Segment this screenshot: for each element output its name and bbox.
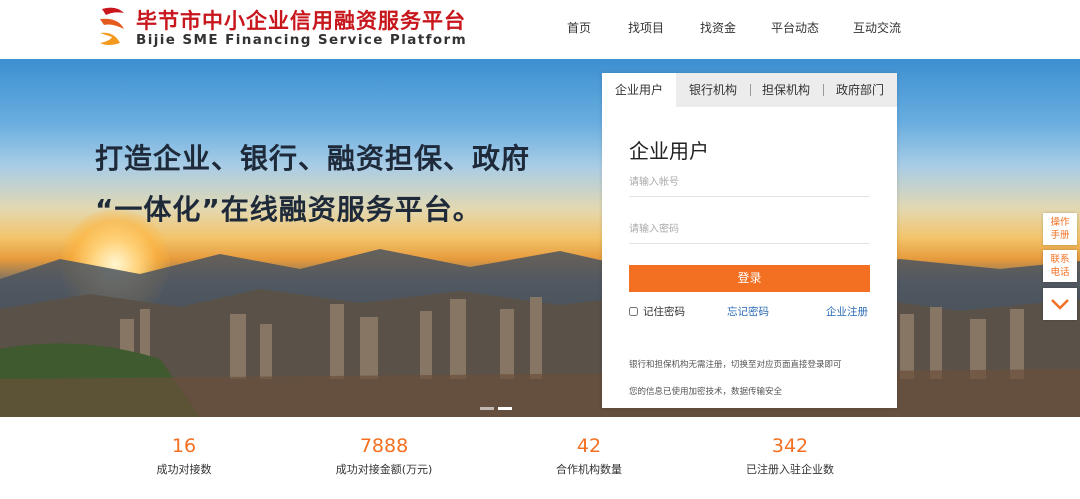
enterprise-register-link[interactable]: 企业注册 bbox=[826, 304, 868, 319]
stat-value: 42 bbox=[576, 435, 602, 457]
stat-success-count: 16 成功对接数 bbox=[84, 434, 284, 477]
remember-password[interactable]: 记住密码 bbox=[629, 304, 685, 319]
login-panel: 企业用户 银行机构 担保机构 政府部门 企业用户 登录 记住密码 忘记密码 企业… bbox=[602, 73, 897, 408]
side-contact-button[interactable]: 联系电话 bbox=[1043, 250, 1077, 282]
city-skyline-image bbox=[0, 249, 1080, 417]
chevron-down-icon bbox=[1051, 299, 1069, 310]
remember-checkbox[interactable] bbox=[629, 307, 638, 316]
carousel-dot-1[interactable] bbox=[480, 407, 494, 410]
stat-value: 7888 bbox=[359, 435, 409, 457]
stat-label: 已注册入驻企业数 bbox=[746, 463, 834, 476]
login-button[interactable]: 登录 bbox=[629, 265, 870, 292]
user-type-tabs: 企业用户 银行机构 担保机构 政府部门 bbox=[602, 73, 897, 107]
site-header: 毕节市中小企业信用融资服务平台 Bijie SME Financing Serv… bbox=[0, 0, 1080, 59]
side-manual-button[interactable]: 操作手册 bbox=[1043, 213, 1077, 245]
side-manual-label: 操作手册 bbox=[1050, 217, 1070, 241]
logo-icon bbox=[100, 7, 124, 45]
logo-title: 毕节市中小企业信用融资服务平台 bbox=[136, 9, 466, 33]
side-contact-label: 联系电话 bbox=[1050, 254, 1070, 278]
stat-value: 342 bbox=[771, 435, 809, 457]
nav-interaction[interactable]: 互动交流 bbox=[853, 19, 901, 36]
nav-platform-news[interactable]: 平台动态 bbox=[771, 19, 819, 36]
tab-guarantee[interactable]: 担保机构 bbox=[752, 73, 820, 107]
hero-headline-line1: 打造企业、银行、融资担保、政府 bbox=[95, 142, 531, 175]
stat-label: 合作机构数量 bbox=[556, 463, 622, 476]
tab-enterprise[interactable]: 企业用户 bbox=[602, 73, 676, 107]
stat-label: 成功对接数 bbox=[156, 463, 212, 476]
remember-label: 记住密码 bbox=[643, 306, 685, 318]
logo-subtitle: Bijie SME Financing Service Platform bbox=[136, 32, 468, 48]
tab-government[interactable]: 政府部门 bbox=[825, 73, 895, 107]
login-title: 企业用户 bbox=[629, 139, 709, 163]
tab-bank[interactable]: 银行机构 bbox=[678, 73, 748, 107]
nav-find-funds[interactable]: 找资金 bbox=[700, 19, 736, 36]
stat-label: 成功对接金额(万元) bbox=[335, 463, 433, 476]
hero-headline-line2: “一体化”在线融资服务平台。 bbox=[95, 193, 482, 226]
hero-banner: 打造企业、银行、融资担保、政府 “一体化”在线融资服务平台。 bbox=[0, 59, 1080, 417]
side-collapse-button[interactable] bbox=[1043, 288, 1077, 320]
carousel-dot-2[interactable] bbox=[498, 407, 512, 410]
password-input[interactable] bbox=[629, 216, 870, 244]
stat-registered-enterprises: 342 已注册入驻企业数 bbox=[690, 434, 890, 477]
login-note-security: 您的信息已使用加密技术，数据传输安全 bbox=[629, 387, 783, 397]
nav-find-projects[interactable]: 找项目 bbox=[628, 19, 664, 36]
stat-success-amount: 7888 成功对接金额(万元) bbox=[284, 434, 484, 477]
tab-divider bbox=[823, 84, 824, 96]
login-note-no-register: 银行和担保机构无需注册，切换至对应页面直接登录即可 bbox=[629, 360, 842, 370]
account-input[interactable] bbox=[629, 169, 870, 197]
forgot-password-link[interactable]: 忘记密码 bbox=[727, 304, 769, 319]
stat-partner-count: 42 合作机构数量 bbox=[489, 434, 689, 477]
stat-value: 16 bbox=[171, 435, 197, 457]
stats-bar: 16 成功对接数 7888 成功对接金额(万元) 42 合作机构数量 342 已… bbox=[0, 417, 1080, 499]
nav-home[interactable]: 首页 bbox=[567, 19, 591, 36]
tab-divider bbox=[750, 84, 751, 96]
